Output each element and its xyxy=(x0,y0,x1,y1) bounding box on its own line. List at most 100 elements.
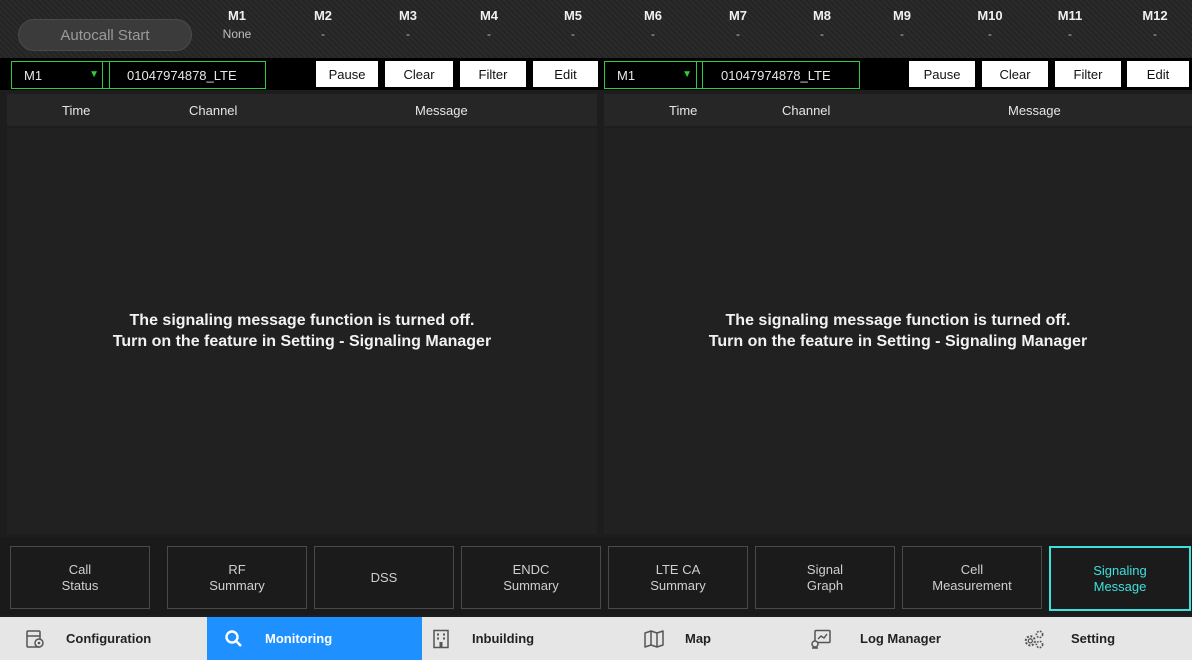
module-name: M11 xyxy=(1057,8,1083,23)
module-name: M8 xyxy=(812,8,832,23)
column-time: Time xyxy=(62,103,91,118)
module-m12[interactable]: M12 - xyxy=(1142,0,1167,58)
module-value: - xyxy=(820,27,824,41)
module-value: - xyxy=(321,27,325,41)
tab-label-line2: Summary xyxy=(650,577,706,593)
message-list[interactable]: The signaling message function is turned… xyxy=(604,128,1192,534)
tab-label-line1: Cell xyxy=(960,561,984,577)
module-m4[interactable]: M4 - xyxy=(480,0,498,58)
column-message: Message xyxy=(1008,103,1061,118)
module-m5[interactable]: M5 - xyxy=(564,0,582,58)
nav-label: Log Manager xyxy=(860,631,941,646)
monitoring-sub-tabs: Call Status RF Summary DSS ENDC Summary LTE… xyxy=(0,537,1192,615)
right-phone-field[interactable]: 01047974878_LTE xyxy=(696,61,860,89)
module-m2[interactable]: M2 - xyxy=(314,0,332,58)
tab-label-line2: Summary xyxy=(209,577,265,593)
tab-label-line1: Signal xyxy=(806,561,844,577)
dropdown-arrow-icon: ▼ xyxy=(682,69,692,80)
module-value: - xyxy=(1067,27,1072,41)
module-value: - xyxy=(571,27,575,41)
right-pause-button[interactable]: Pause xyxy=(909,61,975,87)
right-filter-button[interactable]: Filter xyxy=(1055,61,1121,87)
module-m6[interactable]: M6 - xyxy=(644,0,662,58)
column-channel: Channel xyxy=(782,103,831,118)
module-m8[interactable]: M8 - xyxy=(813,0,831,58)
bottom-navigation: Configuration Monitoring Inbuilding Map … xyxy=(0,617,1192,660)
table-header: Time Channel Message xyxy=(7,94,597,126)
module-value: None xyxy=(222,27,252,41)
notice-line-1: The signaling message function is turned… xyxy=(725,312,1071,329)
tab-signal-graph[interactable]: Signal Graph xyxy=(755,546,895,609)
module-m1[interactable]: M1 None xyxy=(223,0,252,58)
autocall-start-button[interactable]: Autocall Start xyxy=(18,19,192,51)
column-time: Time xyxy=(669,103,698,118)
log-manager-icon xyxy=(810,628,832,650)
left-module-select[interactable]: M1 ▼ xyxy=(11,61,110,89)
nav-label: Inbuilding xyxy=(472,631,535,646)
tab-label-line1: RF xyxy=(228,561,246,577)
module-name: M9 xyxy=(892,8,912,23)
module-m7[interactable]: M7 - xyxy=(729,0,747,58)
nav-label: Configuration xyxy=(66,631,152,646)
dropdown-arrow-icon: ▼ xyxy=(89,69,99,80)
left-clear-button[interactable]: Clear xyxy=(385,61,453,87)
tab-endc-summary[interactable]: ENDC Summary xyxy=(461,546,601,609)
tab-label-line2: Status xyxy=(61,577,99,593)
nav-configuration[interactable]: Configuration xyxy=(24,617,204,660)
panel-toolbar: M1 ▼ 01047974878_LTE Pause Clear Filter … xyxy=(0,58,1192,90)
module-name: M3 xyxy=(398,8,418,23)
module-name: M4 xyxy=(479,8,499,23)
left-pause-button[interactable]: Pause xyxy=(316,61,378,87)
left-edit-button[interactable]: Edit xyxy=(533,61,598,87)
module-select-value: M1 xyxy=(24,67,43,83)
module-value: - xyxy=(987,27,992,41)
left-phone-field[interactable]: 01047974878_LTE xyxy=(102,61,266,89)
table-header: Time Channel Message xyxy=(604,94,1192,126)
tab-label-line1: DSS xyxy=(370,569,398,585)
tab-signaling-message[interactable]: Signaling Message xyxy=(1049,546,1191,611)
nav-setting[interactable]: Setting xyxy=(1023,617,1183,660)
tab-lte-ca-summary[interactable]: LTE CA Summary xyxy=(608,546,748,609)
notice-line-1: The signaling message function is turned… xyxy=(129,312,475,329)
module-name: M6 xyxy=(643,8,663,23)
module-value: - xyxy=(1152,27,1157,41)
module-value: - xyxy=(406,27,410,41)
nav-log-manager[interactable]: Log Manager xyxy=(810,617,980,660)
search-icon xyxy=(223,628,245,650)
left-signaling-panel: Time Channel Message The signaling messa… xyxy=(7,94,597,534)
nav-inbuilding[interactable]: Inbuilding xyxy=(430,617,610,660)
module-m11[interactable]: M11 - xyxy=(1058,0,1083,58)
module-m3[interactable]: M3 - xyxy=(399,0,417,58)
tab-label-line1: LTE CA xyxy=(655,561,701,577)
tab-rf-summary[interactable]: RF Summary xyxy=(167,546,307,609)
right-module-select[interactable]: M1 ▼ xyxy=(604,61,703,89)
tab-cell-measurement[interactable]: Cell Measurement xyxy=(902,546,1042,609)
module-value: - xyxy=(736,27,740,41)
module-name: M12 xyxy=(1142,8,1168,23)
tab-dss[interactable]: DSS xyxy=(314,546,454,609)
nav-monitoring[interactable]: Monitoring xyxy=(207,617,422,660)
module-name: M1 xyxy=(227,8,247,23)
module-name: M7 xyxy=(728,8,748,23)
module-value: - xyxy=(487,27,491,41)
module-value: - xyxy=(900,27,904,41)
nav-label: Setting xyxy=(1071,631,1116,646)
module-m10[interactable]: M10 - xyxy=(977,0,1002,58)
message-list[interactable]: The signaling message function is turned… xyxy=(7,128,597,534)
right-clear-button[interactable]: Clear xyxy=(982,61,1048,87)
nav-map[interactable]: Map xyxy=(643,617,793,660)
nav-label: Map xyxy=(685,631,711,646)
notice-line-2: Turn on the feature in Setting - Signali… xyxy=(708,333,1088,350)
tab-call-status[interactable]: Call Status xyxy=(10,546,150,609)
right-signaling-panel: Time Channel Message The signaling messa… xyxy=(604,94,1192,534)
left-filter-button[interactable]: Filter xyxy=(460,61,526,87)
module-m9[interactable]: M9 - xyxy=(893,0,911,58)
column-channel: Channel xyxy=(189,103,238,118)
tab-label-line1: Signaling xyxy=(1093,562,1147,578)
module-value: - xyxy=(651,27,655,41)
right-edit-button[interactable]: Edit xyxy=(1127,61,1189,87)
tab-label-line2: Measurement xyxy=(932,577,1012,593)
notice-line-2: Turn on the feature in Setting - Signali… xyxy=(112,333,492,350)
tab-label-line1: ENDC xyxy=(512,561,550,577)
tab-label-line2: Graph xyxy=(806,577,844,593)
